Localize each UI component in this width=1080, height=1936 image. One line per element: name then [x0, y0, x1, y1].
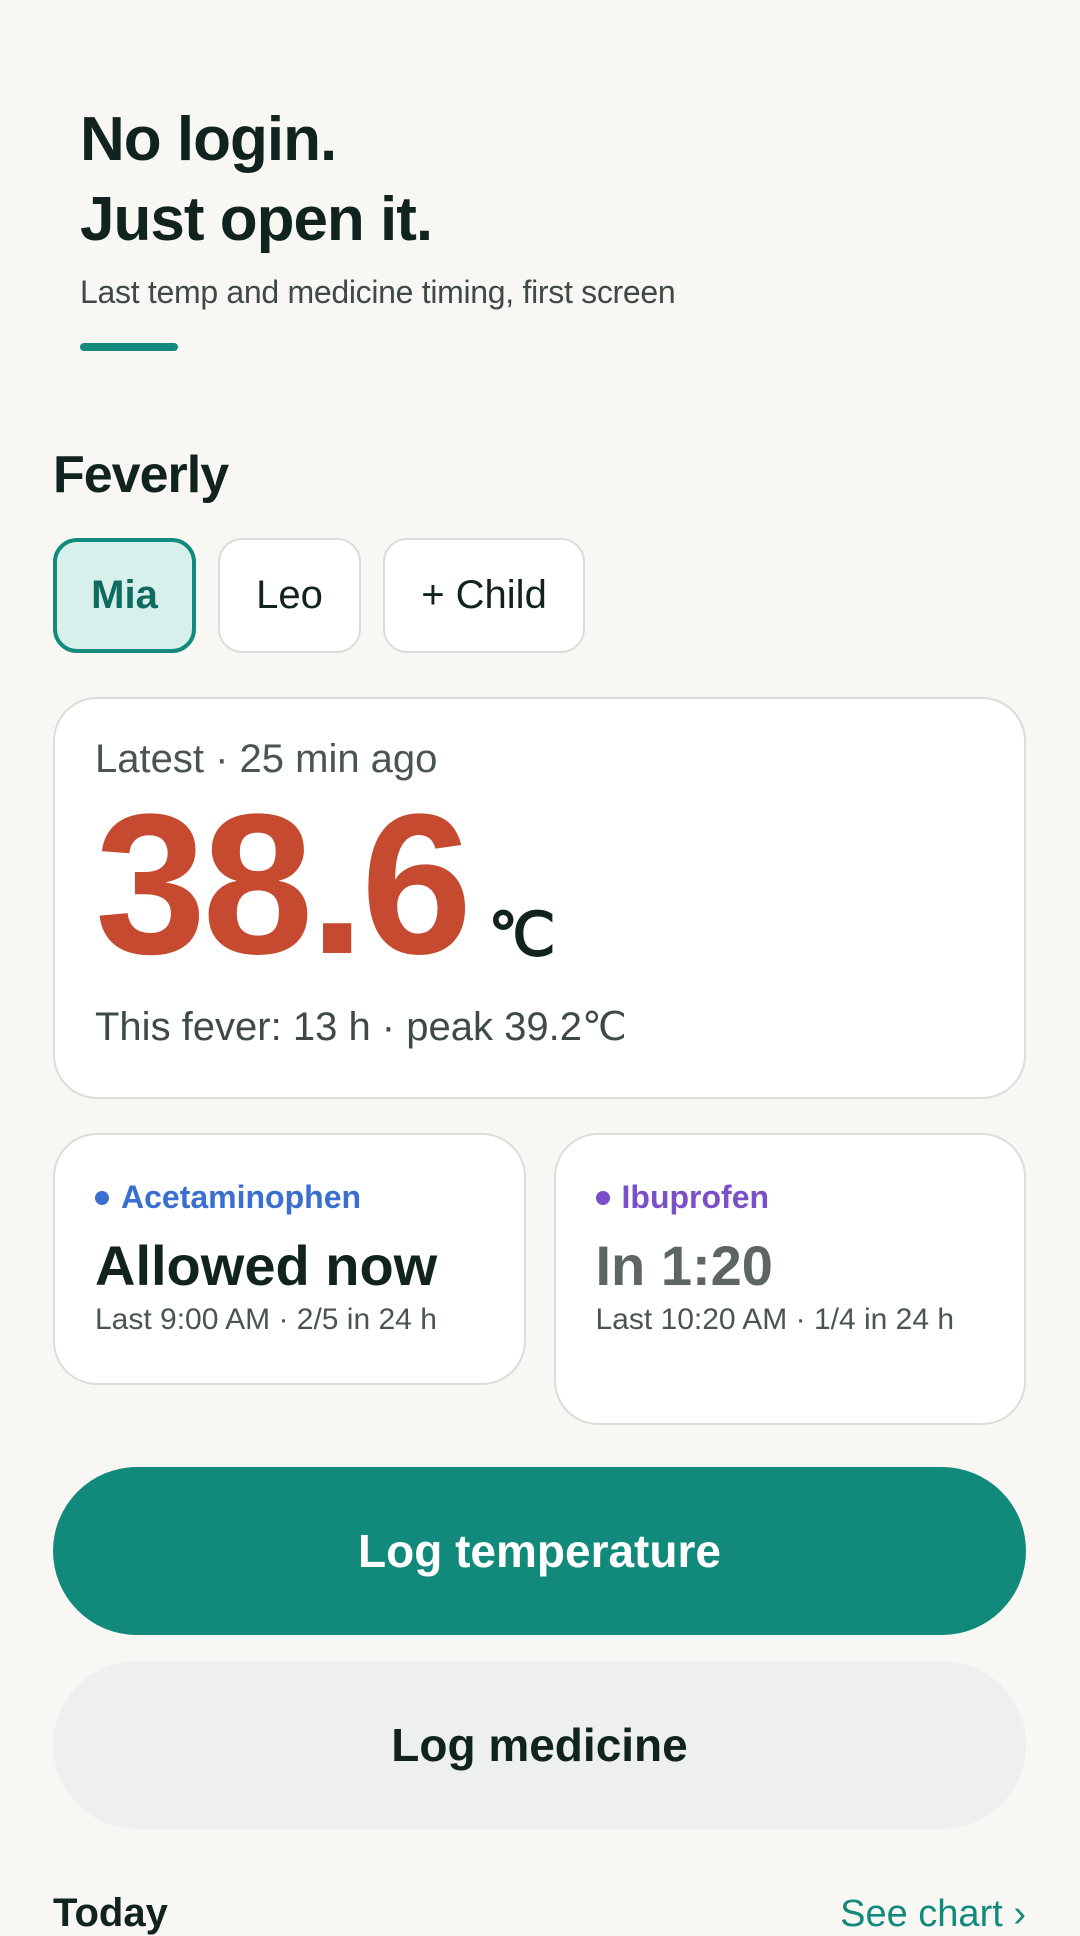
see-chart-link[interactable]: See chart › [840, 1893, 1026, 1936]
hero-subtitle: Last temp and medicine timing, first scr… [80, 274, 676, 310]
log-temperature-button[interactable]: Log temperature [53, 1467, 1026, 1635]
hero-title-line-1: No login. [80, 105, 337, 174]
add-child-button[interactable]: + Child [383, 538, 585, 653]
child-selector: Mia Leo + Child [53, 538, 1026, 653]
app-name: Feverly [53, 446, 229, 504]
temperature-reading: 38.6 ℃ [95, 773, 984, 996]
temperature-unit: ℃ [488, 901, 556, 968]
medicine-status-row: Acetaminophen Allowed now Last 9:00 AM ·… [53, 1133, 1026, 1425]
today-section-header: Today See chart › [53, 1891, 1026, 1936]
medicine-color-dot-icon [595, 1190, 610, 1205]
medicine-availability: Allowed now [95, 1234, 438, 1297]
medicine-card-acetaminophen[interactable]: Acetaminophen Allowed now Last 9:00 AM ·… [53, 1133, 526, 1385]
medicine-name: Ibuprofen [595, 1179, 985, 1216]
log-medicine-button[interactable]: Log medicine [53, 1661, 1026, 1829]
latest-temperature-card[interactable]: Latest · 25 min ago 38.6 ℃ This fever: 1… [53, 697, 1026, 1099]
medicine-color-dot-icon [95, 1190, 109, 1205]
medicine-name: Acetaminophen [95, 1179, 484, 1216]
medicine-name-label: Acetaminophen [121, 1179, 362, 1215]
hero-title: No login. Just open it. [80, 100, 980, 260]
medicine-last-dose: Last 10:20 AM · 1/4 in 24 h [595, 1303, 955, 1336]
hero-accent-rule [80, 343, 178, 351]
child-tab-mia[interactable]: Mia [53, 538, 196, 653]
medicine-last-dose: Last 9:00 AM · 2/5 in 24 h [95, 1303, 437, 1336]
temperature-value: 38.6 [95, 773, 472, 996]
app-screen: Feverly Mia Leo + Child Latest · 25 min … [53, 440, 1026, 1936]
hero-title-line-2: Just open it. [80, 185, 433, 254]
medicine-card-ibuprofen[interactable]: Ibuprofen In 1:20 Last 10:20 AM · 1/4 in… [553, 1133, 1026, 1425]
today-heading: Today [53, 1891, 168, 1935]
child-tab-leo[interactable]: Leo [218, 538, 361, 653]
fever-summary: This fever: 13 h · peak 39.2℃ [95, 1005, 627, 1049]
medicine-name-label: Ibuprofen [621, 1179, 770, 1215]
onboarding-hero: No login. Just open it. Last temp and me… [80, 100, 980, 351]
medicine-availability: In 1:20 [595, 1234, 773, 1297]
